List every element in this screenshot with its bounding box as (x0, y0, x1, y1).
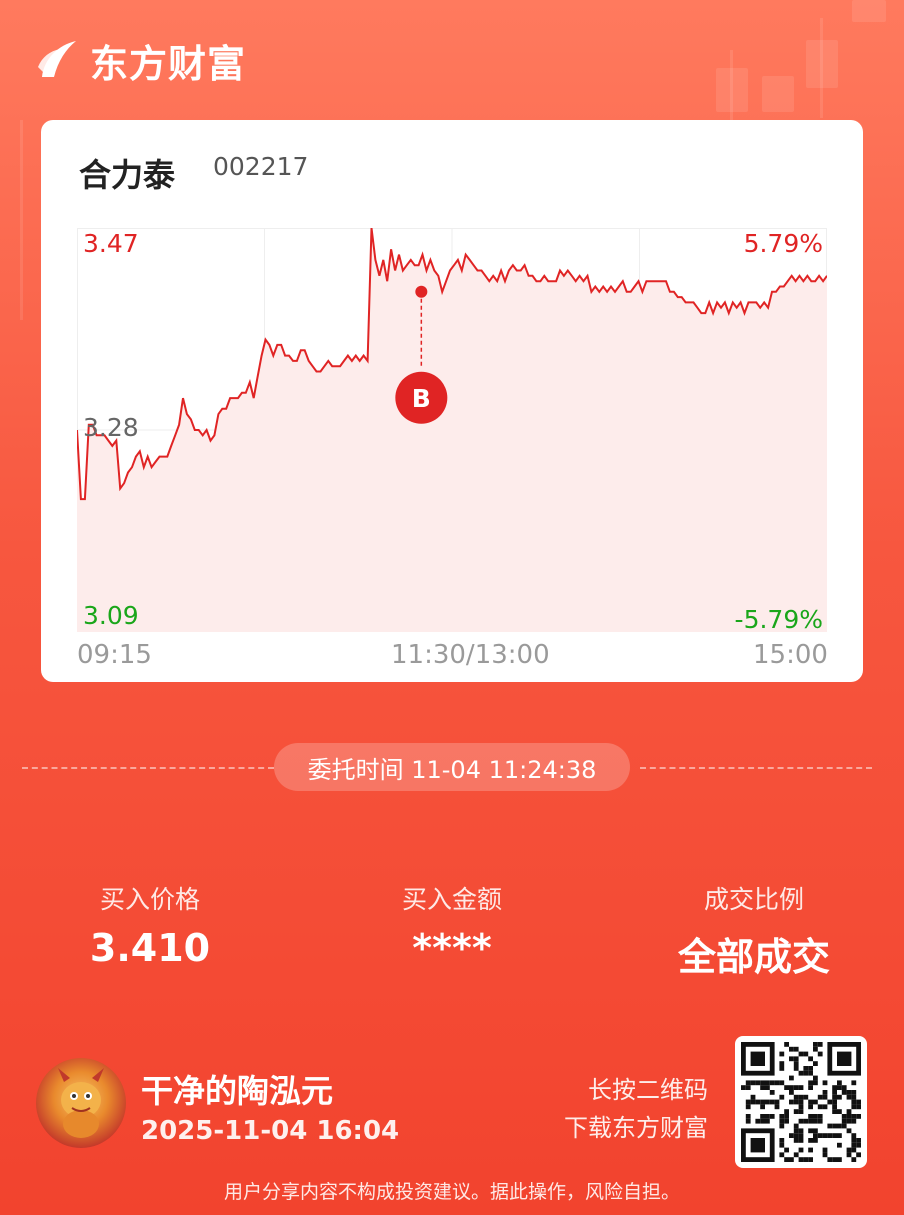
stock-name: 合力泰 (79, 156, 176, 194)
stat-label: 买入金额 (401, 885, 502, 914)
brand-name: 东方财富 (90, 41, 247, 86)
background-candle-decoration (716, 68, 748, 112)
stat-value: **** (412, 926, 492, 970)
stat-buy-amount: 买入金额 **** (362, 880, 542, 970)
price-min-label: 3.09 (83, 601, 139, 630)
stock-chart-card: 合力泰 002217 B 3.47 3.28 3.09 5.79% -5.79%… (41, 120, 863, 682)
brand-leaf-icon (38, 41, 76, 77)
x-tick-label: 15:00 (753, 640, 828, 670)
avatar (36, 1058, 126, 1148)
stat-label: 成交比例 (703, 885, 804, 914)
qr-hint-line2: 下载东方财富 (564, 1114, 708, 1142)
qr-code[interactable] (735, 1036, 867, 1168)
intraday-price-chart: B 3.47 3.28 3.09 5.79% -5.79% (77, 228, 827, 634)
stat-label: 买入价格 (99, 885, 200, 914)
qr-hint-line1: 长按二维码 (588, 1076, 708, 1104)
disclaimer: 用户分享内容不构成投资建议。据此操作，风险自担。 (223, 1181, 680, 1203)
background-candle-decoration (20, 120, 23, 320)
background-candle-decoration (762, 76, 794, 112)
price-area-fill (77, 228, 827, 632)
price-max-label: 3.47 (83, 229, 139, 258)
qr-code-icon (741, 1042, 861, 1162)
buy-marker-label: B (412, 384, 431, 413)
stat-value: 3.410 (89, 926, 211, 970)
x-tick-label: 09:15 (77, 640, 152, 670)
stat-buy-price: 买入价格 3.410 (60, 880, 240, 970)
pct-min-label: -5.79% (735, 605, 823, 634)
dashed-divider (640, 767, 872, 769)
user-name: 干净的陶泓元 (141, 1072, 334, 1110)
stock-code: 002217 (213, 152, 309, 181)
dashed-divider (22, 767, 274, 769)
brand-logo: 东方财富 (36, 36, 246, 86)
stat-fill-ratio: 成交比例 全部成交 (654, 880, 854, 981)
share-time: 2025-11-04 16:04 (141, 1116, 400, 1146)
x-tick-label: 11:30/13:00 (391, 640, 550, 670)
background-candle-decoration (806, 40, 838, 88)
background-candle-decoration (852, 0, 886, 22)
stat-value: 全部成交 (677, 935, 830, 979)
order-time-pill: 委托时间 11-04 11:24:38 (274, 743, 630, 791)
pct-max-label: 5.79% (744, 229, 823, 258)
dragon-icon (58, 1068, 104, 1138)
price-mid-label: 3.28 (83, 413, 139, 442)
